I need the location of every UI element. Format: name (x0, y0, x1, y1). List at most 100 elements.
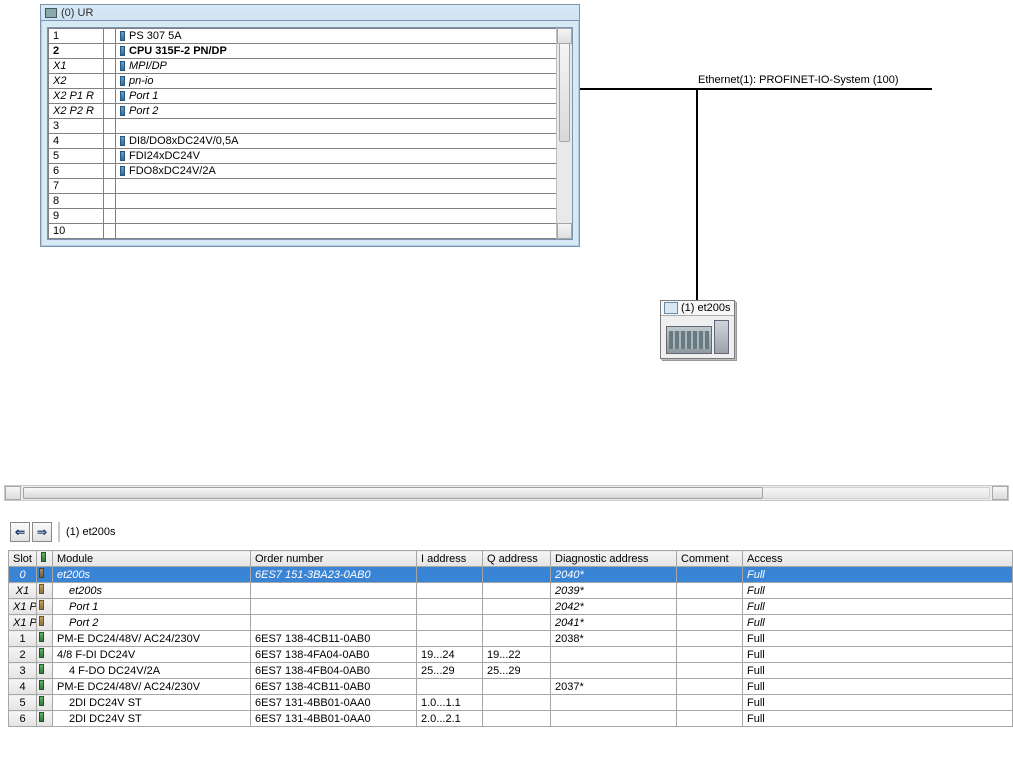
detail-comment-cell[interactable] (677, 631, 743, 647)
detail-diagnostic-cell[interactable]: 2040* (551, 567, 677, 583)
detail-module-cell[interactable]: 4/8 F-DI DC24V (53, 647, 251, 663)
detail-order-cell[interactable] (251, 583, 417, 599)
detail-row[interactable]: 0et200s6ES7 151-3BA23-0AB02040*Full (9, 567, 1013, 583)
rack-row[interactable]: 6FDO8xDC24V/2A (49, 164, 572, 179)
rack-row[interactable]: X2pn-io (49, 74, 572, 89)
rack-module-cell[interactable]: Port 2 (116, 104, 572, 119)
detail-iaddress-cell[interactable]: 25...29 (417, 663, 483, 679)
rack-slot-cell[interactable]: 1 (49, 29, 104, 44)
detail-module-cell[interactable]: 4 F-DO DC24V/2A (53, 663, 251, 679)
hscroll-right-button[interactable] (992, 486, 1008, 500)
detail-order-cell[interactable]: 6ES7 138-4FA04-0AB0 (251, 647, 417, 663)
rack-module-cell[interactable]: FDO8xDC24V/2A (116, 164, 572, 179)
rack-module-cell[interactable]: CPU 315F-2 PN/DP (116, 44, 572, 59)
detail-diagnostic-cell[interactable] (551, 695, 677, 711)
detail-column-header[interactable]: Module (53, 551, 251, 567)
detail-qaddress-cell[interactable]: 25...29 (483, 663, 551, 679)
detail-diagnostic-cell[interactable] (551, 663, 677, 679)
detail-qaddress-cell[interactable] (483, 695, 551, 711)
detail-column-header[interactable] (37, 551, 53, 567)
rack-scrollbar[interactable] (556, 28, 572, 239)
detail-comment-cell[interactable] (677, 679, 743, 695)
detail-slot-cell[interactable]: 3 (9, 663, 37, 679)
detail-iaddress-cell[interactable] (417, 599, 483, 615)
rack-slot-cell[interactable]: 10 (49, 224, 104, 239)
detail-diagnostic-cell[interactable] (551, 711, 677, 727)
detail-access-cell[interactable]: Full (743, 711, 1013, 727)
detail-qaddress-cell[interactable] (483, 567, 551, 583)
detail-access-cell[interactable]: Full (743, 679, 1013, 695)
rack-titlebar[interactable]: (0) UR (41, 5, 579, 21)
detail-comment-cell[interactable] (677, 663, 743, 679)
nav-forward-button[interactable]: ⇒ (32, 522, 52, 542)
rack-slot-cell[interactable]: 2 (49, 44, 104, 59)
hscroll-left-button[interactable] (5, 486, 21, 500)
detail-comment-cell[interactable] (677, 567, 743, 583)
rack-row[interactable]: 7 (49, 179, 572, 194)
detail-access-cell[interactable]: Full (743, 599, 1013, 615)
detail-slot-cell[interactable]: 4 (9, 679, 37, 695)
detail-slot-cell[interactable]: 2 (9, 647, 37, 663)
detail-diagnostic-cell[interactable]: 2042* (551, 599, 677, 615)
detail-table[interactable]: SlotModuleOrder numberI addressQ address… (8, 550, 1013, 727)
detail-row[interactable]: 52DI DC24V ST6ES7 131-4BB01-0AA01.0...1.… (9, 695, 1013, 711)
detail-module-cell[interactable]: PM-E DC24/48V/ AC24/230V (53, 679, 251, 695)
detail-iaddress-cell[interactable] (417, 615, 483, 631)
detail-slot-cell[interactable]: X1 (9, 583, 37, 599)
detail-access-cell[interactable]: Full (743, 695, 1013, 711)
detail-diagnostic-cell[interactable]: 2041* (551, 615, 677, 631)
detail-iaddress-cell[interactable]: 2.0...2.1 (417, 711, 483, 727)
rack-table[interactable]: 1PS 307 5A2 CPU 315F-2 PN/DPX1MPI/DPX2pn-… (48, 28, 572, 239)
rack-module-cell[interactable] (116, 179, 572, 194)
rack-module-cell[interactable]: FDI24xDC24V (116, 149, 572, 164)
rack-module-cell[interactable] (116, 209, 572, 224)
detail-order-cell[interactable] (251, 615, 417, 631)
detail-order-cell[interactable]: 6ES7 138-4FB04-0AB0 (251, 663, 417, 679)
detail-header-row[interactable]: SlotModuleOrder numberI addressQ address… (9, 551, 1013, 567)
detail-row[interactable]: X1 PPort 22041*Full (9, 615, 1013, 631)
detail-qaddress-cell[interactable] (483, 583, 551, 599)
detail-order-cell[interactable]: 6ES7 138-4CB11-0AB0 (251, 631, 417, 647)
detail-module-cell[interactable]: PM-E DC24/48V/ AC24/230V (53, 631, 251, 647)
detail-slot-cell[interactable]: 0 (9, 567, 37, 583)
detail-qaddress-cell[interactable]: 19...22 (483, 647, 551, 663)
rack-row[interactable]: X1MPI/DP (49, 59, 572, 74)
detail-column-header[interactable]: Access (743, 551, 1013, 567)
rack-row[interactable]: X2 P2 R Port 2 (49, 104, 572, 119)
rack-slot-cell[interactable]: 7 (49, 179, 104, 194)
rack-row[interactable]: 2 CPU 315F-2 PN/DP (49, 44, 572, 59)
detail-access-cell[interactable]: Full (743, 615, 1013, 631)
detail-order-cell[interactable]: 6ES7 131-4BB01-0AA0 (251, 695, 417, 711)
rack-row[interactable]: 8 (49, 194, 572, 209)
detail-access-cell[interactable]: Full (743, 583, 1013, 599)
detail-column-header[interactable]: Order number (251, 551, 417, 567)
detail-comment-cell[interactable] (677, 583, 743, 599)
detail-iaddress-cell[interactable] (417, 583, 483, 599)
detail-diagnostic-cell[interactable]: 2038* (551, 631, 677, 647)
rack-row[interactable]: X2 P1 R Port 1 (49, 89, 572, 104)
detail-iaddress-cell[interactable] (417, 679, 483, 695)
rack-window[interactable]: (0) UR 1PS 307 5A2 CPU 315F-2 PN/DPX1MPI/… (40, 4, 580, 247)
rack-slot-cell[interactable]: X2 P2 R (49, 104, 104, 119)
detail-row[interactable]: 2 4/8 F-DI DC24V6ES7 138-4FA04-0AB0 19...2… (9, 647, 1013, 663)
detail-access-cell[interactable]: Full (743, 663, 1013, 679)
rack-slot-cell[interactable]: X2 P1 R (49, 89, 104, 104)
detail-row[interactable]: 34 F-DO DC24V/2A6ES7 138-4FB04-0AB025...… (9, 663, 1013, 679)
rack-module-cell[interactable] (116, 224, 572, 239)
detail-iaddress-cell[interactable] (417, 631, 483, 647)
rack-slot-cell[interactable]: 8 (49, 194, 104, 209)
detail-slot-cell[interactable]: 1 (9, 631, 37, 647)
rack-slot-cell[interactable]: 5 (49, 149, 104, 164)
detail-module-cell[interactable]: et200s (53, 583, 251, 599)
detail-qaddress-cell[interactable] (483, 711, 551, 727)
hscroll-thumb[interactable] (23, 487, 763, 499)
rack-scrollbar-thumb[interactable] (559, 42, 570, 142)
rack-row[interactable]: 1PS 307 5A (49, 29, 572, 44)
rack-slot-cell[interactable]: 9 (49, 209, 104, 224)
rack-module-cell[interactable]: Port 1 (116, 89, 572, 104)
rack-row[interactable]: 5 FDI24xDC24V (49, 149, 572, 164)
detail-comment-cell[interactable] (677, 711, 743, 727)
rack-module-cell[interactable]: DI8/DO8xDC24V/0,5A (116, 134, 572, 149)
detail-row[interactable]: 62DI DC24V ST6ES7 131-4BB01-0AA02.0...2.… (9, 711, 1013, 727)
detail-module-cell[interactable]: 2DI DC24V ST (53, 711, 251, 727)
